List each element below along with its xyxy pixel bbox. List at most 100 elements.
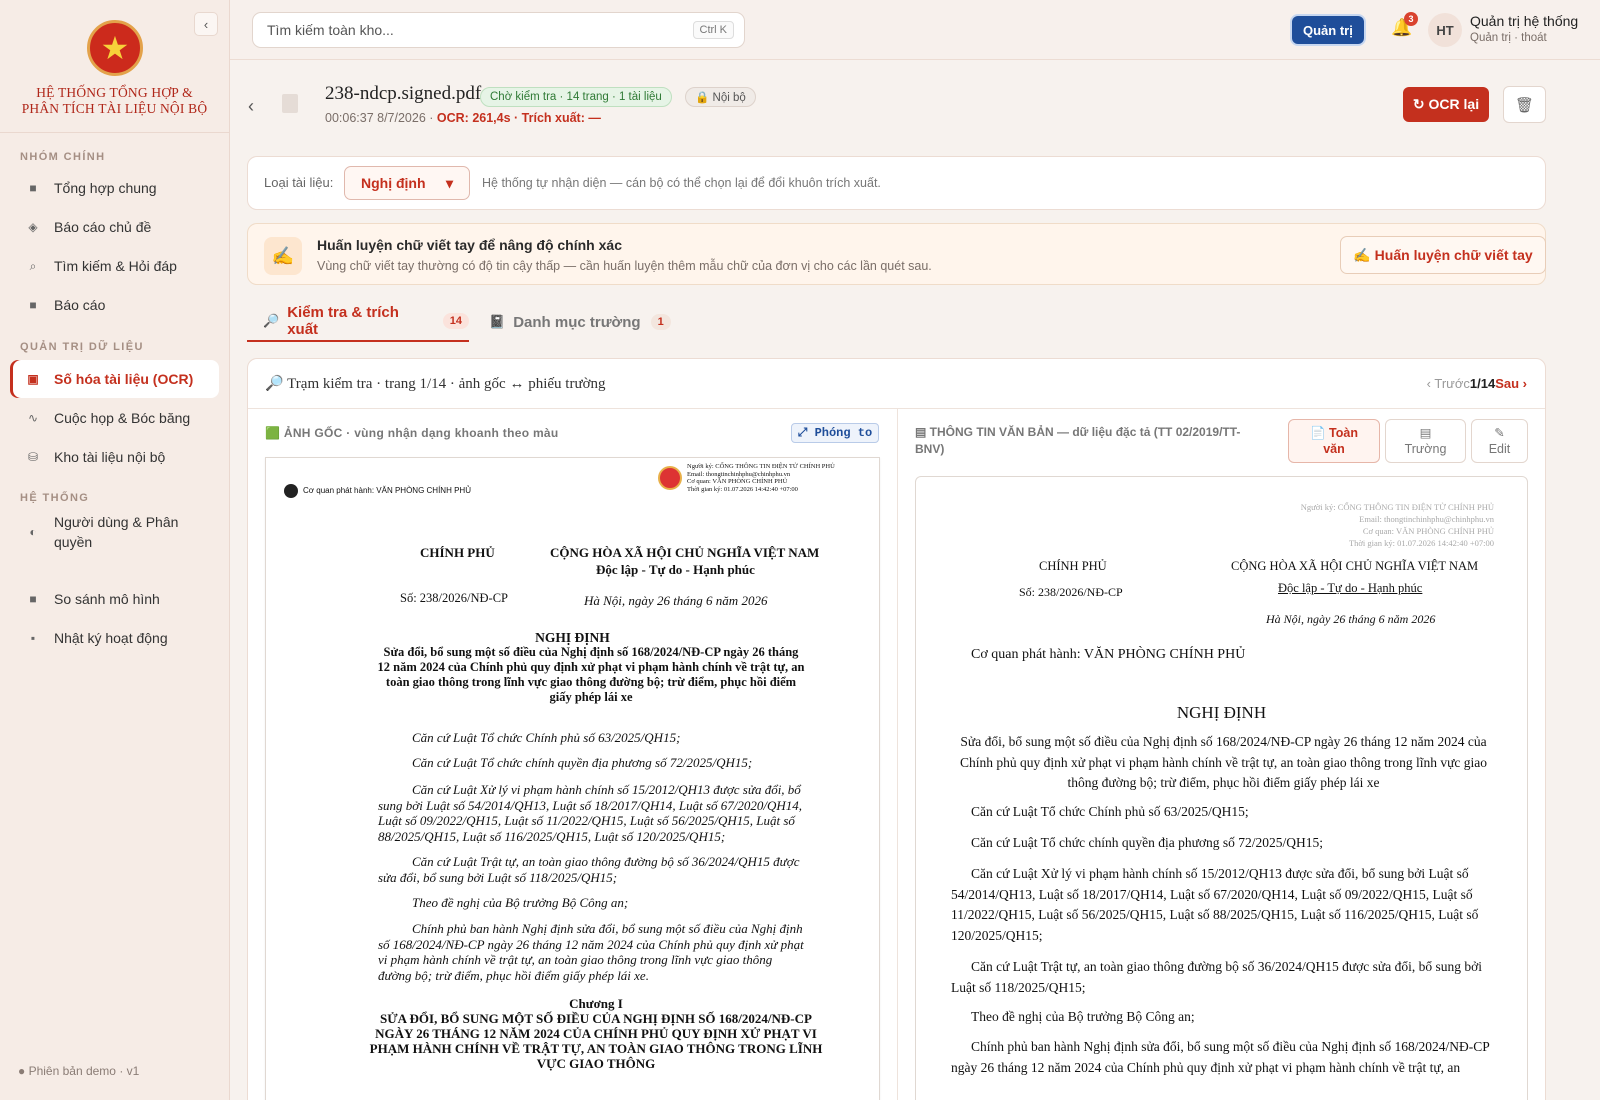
nav-group-main: NHÓM CHÍNH: [20, 151, 106, 163]
sidebar-item-repository[interactable]: ⛁ Kho tài liệu nội bộ: [10, 438, 219, 476]
document-time: 00:06:37 8/7/2026 ·: [325, 111, 437, 125]
sidebar-item-users[interactable]: ◐ Người dùng & Phân quyền: [10, 510, 219, 554]
scan-chapter: Chương I SỬA ĐỔI, BỔ SUNG MỘT SỐ ĐIỀU CỦA…: [366, 996, 826, 1071]
version-label: ● Phiên bản demo · v1: [18, 1064, 140, 1078]
avatar[interactable]: HT: [1428, 13, 1462, 47]
scan-sig-line: Email: thongtinchinhphu@chinhphu.vn: [687, 470, 791, 478]
prev-page-button[interactable]: ‹ Trước: [1427, 376, 1470, 391]
global-search-input[interactable]: Tìm kiếm toàn kho... Ctrl K: [252, 12, 745, 48]
doc-type-hint: Hệ thống tự nhận diện — cán bộ có thể ch…: [482, 176, 881, 190]
nav-group-data: QUẢN TRỊ DỮ LIỆU: [20, 341, 144, 353]
original-image-caption: 🟩 ẢNH GỐC · vùng nhận dạng khoanh theo m…: [265, 426, 559, 440]
user-role-logout[interactable]: Quản trị · thoát: [1470, 32, 1547, 44]
next-page-button[interactable]: Sau ›: [1495, 376, 1527, 391]
ft-sig-line: Email: thongtinchinhphu@chinhphu.vn: [1359, 514, 1494, 524]
wave-icon: ∿: [27, 411, 39, 425]
sidebar-item-search-qa[interactable]: ⌕ Tìm kiếm & Hỏi đáp: [10, 247, 219, 285]
station-header: 🔎 Trạm kiểm tra · trang 1/14 · ảnh gốc ↔…: [248, 359, 1545, 409]
scan-chapter-number: Chương I: [569, 996, 623, 1011]
station-title: 🔎 Trạm kiểm tra · trang 1/14 · ảnh gốc ↔…: [265, 376, 606, 392]
ft-government: CHÍNH PHỦ: [1039, 559, 1107, 573]
ocr-time: OCR: 261,4s · Trích xuất: —: [436, 111, 601, 125]
ft-motto: Độc lập - Tự do - Hạnh phúc: [1278, 581, 1423, 595]
notification-bell-icon[interactable]: 🔔 3: [1390, 12, 1418, 42]
scan-chapter-title: SỬA ĐỔI, BỔ SUNG MỘT SỐ ĐIỀU CỦA NGHỊ ĐỊ…: [369, 1011, 823, 1071]
doc-type-select[interactable]: Nghị định ▾: [344, 166, 470, 200]
chevron-down-icon: ▾: [445, 174, 453, 191]
sidebar-item-label: Cuộc họp & Bóc băng: [54, 410, 191, 426]
database-icon: ⛁: [27, 450, 39, 464]
fulltext-label: 📄 Toàn: [1310, 426, 1358, 440]
original-image-pane: 🟩 ẢNH GỐC · vùng nhận dạng khoanh theo m…: [248, 409, 898, 1100]
doc-type-card: Loại tài liệu: Nghị định ▾ Hệ thống tự nh…: [247, 156, 1546, 210]
sidebar-item-ocr[interactable]: ▣ Số hóa tài liệu (OCR): [10, 360, 219, 398]
tab-review-extract[interactable]: 🔎 Kiểm tra & trích xuất 14: [247, 302, 469, 342]
fields-label: Trường: [1404, 442, 1447, 456]
sidebar-item-activity-log[interactable]: ▪ Nhật ký hoạt động: [10, 619, 219, 657]
ft-para: Theo đề nghị của Bộ trưởng Bộ Công an;: [971, 1009, 1195, 1024]
square-icon: ■: [29, 592, 37, 606]
ft-para: Căn cứ Luật Tổ chức Chính phủ số 63/2025…: [971, 804, 1249, 819]
notebook-icon: 📓: [489, 314, 506, 329]
fulltext-label-2: văn: [1323, 442, 1345, 456]
fields-view-button[interactable]: ▤ Trường: [1385, 419, 1466, 463]
sidebar-item-reports[interactable]: ■ Báo cáo: [10, 286, 219, 324]
edit-view-button[interactable]: ✎ Edit: [1471, 419, 1528, 463]
main-content: ‹ 238-ndcp.signed.pdf Chờ kiểm tra · 14 …: [230, 60, 1600, 1100]
fulltext-document[interactable]: Người ký: CỔNG THÔNG TIN ĐIỆN TỬ CHÍNH P…: [915, 476, 1528, 1100]
zoom-button[interactable]: ⤢ Phóng to: [791, 423, 879, 443]
scan-para: Theo đề nghị của Bộ trưởng Bộ Công an;: [412, 895, 629, 910]
ocr-again-button[interactable]: ↻ OCR lại: [1403, 87, 1489, 122]
handwriting-icon: ✍: [264, 237, 302, 275]
tab-count: 14: [442, 313, 469, 329]
back-button[interactable]: ‹: [248, 96, 254, 117]
user-name[interactable]: Quản trị hệ thống: [1470, 13, 1578, 29]
tab-field-catalog[interactable]: 📓 Danh mục trường 1: [489, 302, 671, 342]
sidebar-item-meetings[interactable]: ∿ Cuộc họp & Bóc băng: [10, 399, 219, 437]
ft-para: Căn cứ Luật Xử lý vi phạm hành chính số …: [951, 866, 1479, 943]
sidebar-item-overview[interactable]: ■ Tổng hợp chung: [10, 169, 219, 207]
ft-para: Chính phủ ban hành Nghị định sửa đổi, bổ…: [951, 1039, 1490, 1075]
doc-type-label: Loại tài liệu:: [264, 175, 334, 190]
training-subtitle: Vùng chữ viết tay thường có độ tin cậy t…: [317, 259, 932, 273]
app-title-line2: PHÂN TÍCH TÀI LIỆU NỘI BỘ: [21, 101, 208, 116]
pencil-icon: ✎: [1494, 426, 1505, 440]
nav-group-system: HỆ THỐNG: [20, 492, 90, 504]
access-badge: 🔒 Nội bộ: [685, 87, 756, 107]
scan-icon: ▣: [27, 372, 39, 386]
scan-date: Hà Nội, ngày 26 tháng 6 năm 2026: [584, 593, 768, 608]
status-badge: Chờ kiểm tra · 14 trang · 1 tài liệu: [480, 87, 672, 107]
delete-button[interactable]: 🗑: [1503, 86, 1546, 123]
sidebar-item-compare-models[interactable]: ■ So sánh mô hình: [10, 580, 219, 618]
scan-issuer: Cơ quan phát hành: VĂN PHÒNG CHÍNH PHỦ: [284, 484, 471, 498]
scan-sig-line: Cơ quan: VĂN PHÒNG CHÍNH PHỦ: [687, 478, 788, 485]
scan-para: Chính phủ ban hành Nghị định sửa đổi, bổ…: [378, 921, 804, 983]
ft-subject: Sửa đổi, bổ sung một số điều của Nghị đị…: [960, 734, 1487, 790]
doc-type-value: Nghị định: [361, 175, 426, 191]
scan-para: Căn cứ Luật Tổ chức Chính phủ số 63/2025…: [412, 730, 681, 745]
collapse-sidebar-button[interactable]: ‹: [194, 12, 218, 36]
document-info-pane: ▤ THÔNG TIN VĂN BẢN — dữ liệu đặc tả (TT…: [898, 409, 1545, 1100]
sidebar-item-label: Báo cáo chủ đề: [54, 219, 152, 235]
admin-button[interactable]: Quản trị: [1292, 16, 1364, 44]
train-handwriting-button[interactable]: ✍ Huấn luyện chữ viết tay: [1340, 236, 1546, 274]
file-icon: [282, 94, 298, 113]
scanned-page[interactable]: Cơ quan phát hành: VĂN PHÒNG CHÍNH PHỦ N…: [265, 457, 880, 1100]
diamond-icon: ◈: [28, 220, 38, 234]
sidebar-item-label: Tìm kiếm & Hỏi đáp: [54, 258, 177, 274]
square-icon: ■: [29, 298, 37, 312]
sidebar-item-label: Người dùng & Phân quyền: [54, 514, 179, 550]
ft-para: Căn cứ Luật Trật tự, an toàn giao thông …: [951, 959, 1482, 995]
scan-heading: NGHỊ ĐỊNH: [535, 630, 610, 645]
ft-heading: NGHỊ ĐỊNH: [1176, 703, 1267, 722]
brand-area: ★ HỆ THỐNG TỔNG HỢP & PHÂN TÍCH TÀI LIỆU…: [0, 0, 229, 133]
search-icon: ⌕: [29, 258, 37, 273]
sidebar-item-topic-reports[interactable]: ◈ Báo cáo chủ đề: [10, 208, 219, 246]
scan-signature: Người ký: CỔNG THÔNG TIN ĐIỆN TỬ CHÍNH P…: [661, 463, 835, 493]
handwriting-training-banner: ✍ Huấn luyện chữ viết tay để nâng độ chí…: [247, 223, 1546, 285]
sidebar-item-label: Nhật ký hoạt động: [54, 630, 168, 646]
ft-republic: CỘNG HÒA XÃ HỘI CHỦ NGHĨA VIỆT NAM: [1231, 559, 1479, 573]
tab-count: 1: [650, 314, 671, 330]
fields-icon: ▤: [1419, 426, 1432, 440]
fulltext-view-button[interactable]: 📄 Toàn văn: [1288, 419, 1380, 463]
